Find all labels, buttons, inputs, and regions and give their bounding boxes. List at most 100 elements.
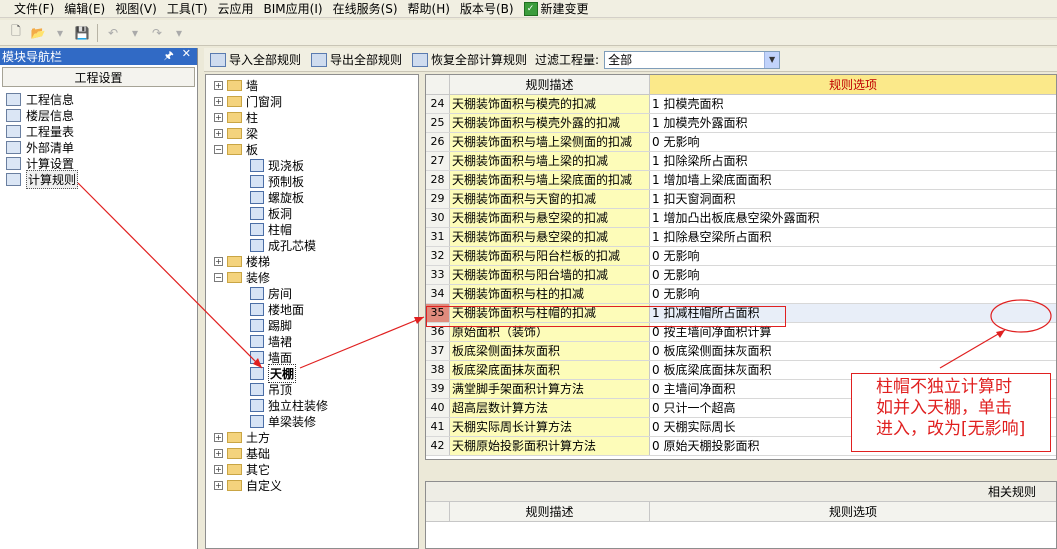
tree-node-others[interactable]: + 其它 [214,461,270,477]
tree-node-column[interactable]: + 柱 [214,109,258,125]
restore-all-rules-button[interactable]: 恢复全部计算规则 [408,49,531,71]
undo-icon[interactable]: ↶ [103,23,123,43]
rule-option[interactable]: 0 无影响 [650,285,1056,303]
table-row[interactable]: 28 天棚装饰面积与墙上梁底面的扣减 1 增加墙上梁底面面积 [426,171,1056,190]
redo-dropdown-icon[interactable]: ▾ [169,23,189,43]
tree-node-skirting[interactable]: 踢脚 [250,317,292,333]
tree-node-foundation[interactable]: + 基础 [214,445,270,461]
expand-icon[interactable]: + [214,448,223,458]
menu-tools[interactable]: 工具(T) [163,0,214,18]
tree-node-room[interactable]: 房间 [250,285,292,301]
collapse-icon[interactable]: − [214,144,223,154]
expand-icon[interactable]: + [214,128,223,138]
table-row[interactable]: 26 天棚装饰面积与墙上梁侧面的扣减 0 无影响 [426,133,1056,152]
expand-icon[interactable]: + [214,432,223,442]
rule-option[interactable]: 1 扣除梁所占面积 [650,152,1056,170]
table-row[interactable]: 31 天棚装饰面积与悬空梁的扣减 1 扣除悬空梁所占面积 [426,228,1056,247]
menu-cloud[interactable]: 云应用 [214,0,260,18]
table-row[interactable]: 29 天棚装饰面积与天窗的扣减 1 扣天窗洞面积 [426,190,1056,209]
tree-node-wall[interactable]: + 墙 [214,77,258,93]
close-icon[interactable]: ✕ [182,47,191,66]
related-header-num [426,502,450,521]
save-icon[interactable]: 💾 [72,23,92,43]
menu-online[interactable]: 在线服务(S) [329,0,404,18]
tree-node-cast-slab[interactable]: 现浇板 [250,157,304,173]
menu-edit[interactable]: 编辑(E) [60,0,111,18]
rule-description: 天棚装饰面积与墙上梁的扣减 [450,152,650,170]
tree-node-column-decoration[interactable]: 独立柱装修 [250,397,328,413]
open-folder-icon[interactable]: 📂 [28,23,48,43]
export-all-rules-button[interactable]: 导出全部规则 [307,49,406,71]
nav-item-project-info[interactable]: 工程信息 [6,91,197,107]
pin-icon[interactable]: 🖈 [164,47,174,66]
nav-item-calc-rules[interactable]: 计算规则 [6,169,197,189]
dropdown-arrow-icon[interactable]: ▾ [50,23,70,43]
import-all-rules-button[interactable]: 导入全部规则 [206,49,305,71]
nav-item-floor-info[interactable]: 楼层信息 [6,107,197,123]
table-row[interactable]: 37 板底梁侧面抹灰面积 0 板底梁侧面抹灰面积 [426,342,1056,361]
rule-option[interactable]: 1 增加墙上梁底面面积 [650,171,1056,189]
rule-option[interactable]: 1 扣天窗洞面积 [650,190,1056,208]
table-row[interactable]: 30 天棚装饰面积与悬空梁的扣减 1 增加凸出板底悬空梁外露面积 [426,209,1056,228]
rule-option[interactable]: 0 无影响 [650,133,1056,151]
table-icon [6,124,21,138]
menu-new-change[interactable]: ✓ 新建变更 [520,0,595,18]
tree-node-door-window[interactable]: + 门窗洞 [214,93,282,109]
tree-node-precast-slab[interactable]: 预制板 [250,173,304,189]
rule-option[interactable]: 0 无影响 [650,266,1056,284]
table-row[interactable]: 34 天棚装饰面积与柱的扣减 0 无影响 [426,285,1056,304]
new-file-icon[interactable]: 🗋 [6,23,26,43]
rule-option[interactable]: 0 无影响 [650,247,1056,265]
rule-option[interactable]: 0 板底梁侧面抹灰面积 [650,342,1056,360]
rule-option[interactable]: 1 增加凸出板底悬空梁外露面积 [650,209,1056,227]
tree-node-beam[interactable]: + 梁 [214,125,258,141]
menu-bim[interactable]: BIM应用(I) [260,0,329,18]
row-number: 26 [426,133,450,151]
rule-option[interactable]: 1 扣除悬空梁所占面积 [650,228,1056,246]
menu-version[interactable]: 版本号(B) [456,0,520,18]
tree-node-suspended-ceiling[interactable]: 吊顶 [250,381,292,397]
expand-icon[interactable]: + [214,112,223,122]
expand-icon[interactable]: + [214,480,223,490]
tree-node-column-cap[interactable]: 柱帽 [250,221,292,237]
tree-node-beam-decoration[interactable]: 单梁装修 [250,413,316,429]
filter-select[interactable]: 全部 ▼ [604,50,781,69]
menu-file[interactable]: 文件(F) [10,0,60,18]
expand-icon[interactable]: + [214,96,223,106]
table-row[interactable]: 27 天棚装饰面积与墙上梁的扣减 1 扣除梁所占面积 [426,152,1056,171]
table-row[interactable]: 25 天棚装饰面积与模壳外露的扣减 1 加模壳外露面积 [426,114,1056,133]
rule-option[interactable]: 1 扣模壳面积 [650,95,1056,113]
table-row[interactable]: 24 天棚装饰面积与模壳的扣减 1 扣模壳面积 [426,95,1056,114]
tree-node-custom[interactable]: + 自定义 [214,477,282,493]
splitter[interactable] [425,462,1057,479]
expand-icon[interactable]: + [214,80,223,90]
redo-icon[interactable]: ↷ [147,23,167,43]
expand-icon[interactable]: + [214,464,223,474]
rule-option[interactable]: 1 加模壳外露面积 [650,114,1056,132]
nav-item-quantity-table[interactable]: 工程量表 [6,123,197,139]
skirting-icon [250,318,264,332]
tree-node-stairs[interactable]: + 楼梯 [214,253,270,269]
tree-node-label: 墙裙 [268,334,293,349]
tree-node-slab[interactable]: − 板 [214,141,258,157]
menu-help[interactable]: 帮助(H) [404,0,456,18]
tree-node-floor-surface[interactable]: 楼地面 [250,301,304,317]
table-row[interactable]: 32 天棚装饰面积与阳台栏板的扣减 0 无影响 [426,247,1056,266]
expand-icon[interactable]: + [214,256,223,266]
tree-node-core-mold[interactable]: 成孔芯模 [250,237,316,253]
undo-dropdown-icon[interactable]: ▾ [125,23,145,43]
nav-section-project-settings[interactable]: 工程设置 [2,67,195,87]
table-row[interactable]: 33 天棚装饰面积与阳台墙的扣减 0 无影响 [426,266,1056,285]
collapse-icon[interactable]: − [214,272,223,282]
filter-label: 过滤工程量: [535,53,600,67]
nav-item-external-list[interactable]: 外部清单 [6,139,197,155]
tree-node-ceiling[interactable]: 天棚 [250,363,297,383]
tree-node-dado[interactable]: 墙裙 [250,333,292,349]
tree-node-spiral-slab[interactable]: 螺旋板 [250,189,304,205]
menu-view[interactable]: 视图(V) [111,0,163,18]
tree-node-earthwork[interactable]: + 土方 [214,429,270,445]
tree-node-slab-hole[interactable]: 板洞 [250,205,292,221]
folder-icon [227,95,242,107]
chevron-down-icon[interactable]: ▼ [764,51,780,68]
tree-node-decoration[interactable]: − 装修 [214,269,270,285]
